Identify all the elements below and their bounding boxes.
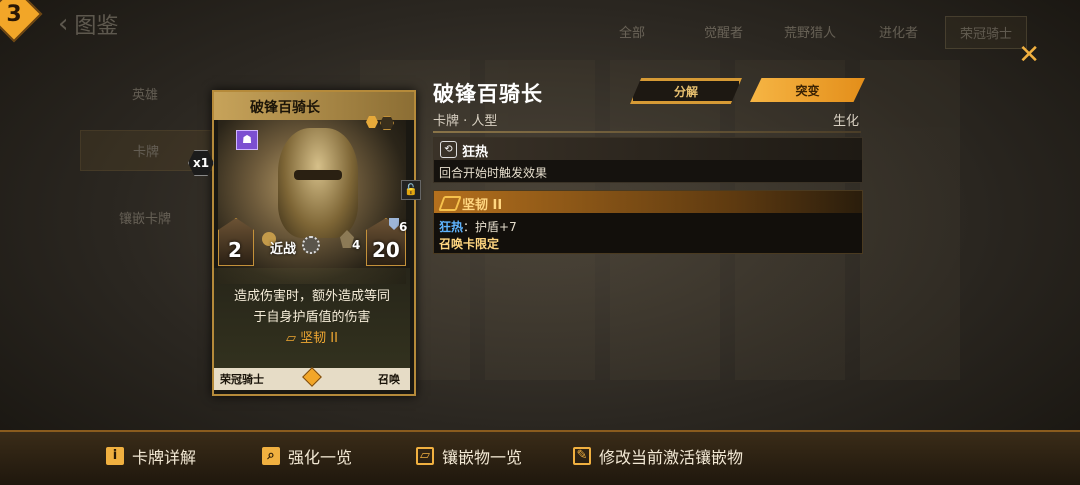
back-label: 图鉴 bbox=[74, 14, 119, 39]
helmet-art bbox=[278, 128, 358, 238]
card-type: 召唤 bbox=[378, 373, 400, 386]
inlay-list-button[interactable]: ▱ 镶嵌物一览 bbox=[416, 444, 522, 468]
card-keyword: ▱ 坚韧 II bbox=[286, 331, 338, 346]
detail-title: 破锋百骑长 bbox=[433, 82, 543, 106]
gear-icon bbox=[302, 236, 320, 254]
search-icon: ⌕ bbox=[262, 447, 280, 465]
detail-race: 生化 bbox=[833, 114, 860, 129]
card-keyword-label: 坚韧 II bbox=[300, 331, 338, 346]
inlay-list-label: 镶嵌物一览 bbox=[442, 448, 523, 467]
upgrade-slots bbox=[366, 116, 394, 130]
modify-inlay-button[interactable]: ✎ 修改当前激活镶嵌物 bbox=[573, 444, 743, 468]
decompose-button[interactable]: 分解 bbox=[630, 78, 742, 104]
card-detail-button[interactable]: i 卡牌详解 bbox=[106, 444, 196, 468]
card-faction: 荣冠骑士 bbox=[220, 373, 264, 386]
health-value: 20 bbox=[372, 238, 400, 262]
side-item-inlay-card[interactable]: 镶嵌卡牌 bbox=[80, 208, 210, 227]
ability-header: ⟲ 狂热 bbox=[434, 138, 862, 160]
card-text-line1: 造成伤害时，额外造成等同 bbox=[233, 289, 390, 304]
slot-empty-icon bbox=[380, 116, 394, 130]
ability-name: 狂热 bbox=[462, 145, 489, 160]
upgrade-button[interactable]: 突变 bbox=[750, 78, 865, 102]
inlay-restriction: 召唤卡限定 bbox=[439, 237, 500, 251]
filter-hunter[interactable]: 荒野猎人 bbox=[770, 16, 850, 47]
card-detail-label: 卡牌详解 bbox=[132, 448, 197, 467]
inlay-icon bbox=[438, 196, 462, 211]
modify-inlay-label: 修改当前激活镶嵌物 bbox=[599, 448, 744, 467]
inlay-effect: 狂热：护盾+7 bbox=[439, 218, 517, 235]
detail-subtitle: 卡牌 · 人型 bbox=[433, 114, 498, 129]
close-icon[interactable]: ✕ bbox=[1018, 40, 1040, 70]
inlay-name: 坚韧 II bbox=[462, 198, 503, 213]
inlay-header: 坚韧 II bbox=[434, 191, 862, 213]
inlay-icon: ▱ bbox=[416, 447, 434, 465]
inlay-panel: 坚韧 II 狂热：护盾+7 召唤卡限定 bbox=[433, 190, 863, 254]
lock-icon[interactable]: 🔓 bbox=[401, 180, 421, 200]
enhance-list-button[interactable]: ⌕ 强化一览 bbox=[262, 444, 352, 468]
ability-desc: 回合开始时触发效果 bbox=[439, 166, 548, 180]
shield-value: 6 bbox=[399, 220, 408, 234]
unit-count: 4 bbox=[352, 238, 361, 252]
back-button[interactable]: ‹ 图鉴 bbox=[58, 8, 118, 40]
filter-evolver[interactable]: 进化者 bbox=[865, 16, 932, 47]
visor-art bbox=[294, 170, 342, 180]
inlay-effect-keyword: 狂热 bbox=[439, 220, 464, 234]
filter-awakener[interactable]: 觉醒者 bbox=[690, 16, 757, 47]
inlay-effect-text: ：护盾+7 bbox=[463, 220, 517, 234]
filter-all[interactable]: 全部 bbox=[605, 16, 659, 47]
side-item-hero[interactable]: 英雄 bbox=[80, 84, 210, 103]
cost-value: 3 bbox=[6, 1, 22, 27]
attack-type: 近战 bbox=[270, 242, 297, 257]
enhance-list-label: 强化一览 bbox=[288, 448, 353, 467]
card-name: 破锋百骑长 bbox=[250, 100, 320, 116]
ability-panel: ⟲ 狂热 回合开始时触发效果 bbox=[433, 137, 863, 183]
slot-filled-icon bbox=[366, 116, 378, 128]
card-text: 造成伤害时，额外造成等同 于自身护盾值的伤害 ▱ 坚韧 II bbox=[214, 286, 410, 366]
card-text-line2: 于自身护盾值的伤害 bbox=[253, 310, 371, 325]
ability-icon: ⟲ bbox=[440, 141, 457, 158]
divider bbox=[433, 131, 861, 133]
faction-badge-icon: ☗ bbox=[236, 130, 258, 150]
chevron-left-icon: ‹ bbox=[58, 9, 69, 39]
edit-icon: ✎ bbox=[573, 447, 591, 465]
filter-knight[interactable]: 荣冠骑士 bbox=[945, 16, 1028, 49]
attack-value: 2 bbox=[228, 238, 242, 262]
info-icon: i bbox=[106, 447, 124, 465]
